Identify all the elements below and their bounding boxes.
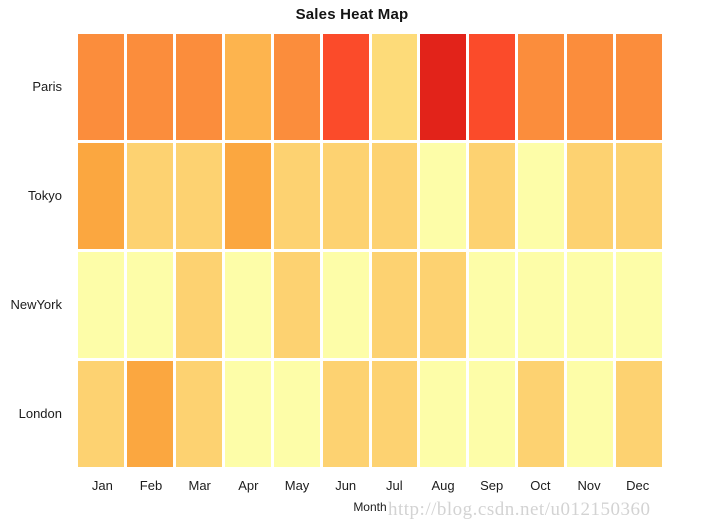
plot-area (78, 34, 663, 470)
heatmap-cell[interactable] (371, 361, 418, 467)
heatmap-cell[interactable] (322, 34, 369, 140)
heatmap-row (78, 252, 663, 358)
heatmap-cell[interactable] (78, 143, 124, 249)
heatmap-cell[interactable] (420, 34, 467, 140)
x-tick-label: Aug (431, 478, 455, 493)
heatmap-cell[interactable] (175, 143, 222, 249)
heatmap-cell[interactable] (224, 361, 271, 467)
heatmap-cell[interactable] (126, 361, 173, 467)
heatmap-cell[interactable] (371, 143, 418, 249)
heatmap-cell[interactable] (175, 252, 222, 358)
heatmap-cell[interactable] (322, 143, 369, 249)
watermark-text: http://blog.csdn.net/u012150360 (388, 499, 651, 520)
heatmap-cell[interactable] (469, 34, 516, 140)
x-tick-label: Nov (577, 478, 601, 493)
heatmap-cell[interactable] (518, 252, 565, 358)
y-axis: Paris Tokyo NewYork London (0, 34, 70, 470)
heatmap-cell[interactable] (175, 361, 222, 467)
heatmap-cell[interactable] (175, 34, 222, 140)
y-tick-label: NewYork (10, 297, 62, 312)
heatmap-cell[interactable] (224, 34, 271, 140)
heatmap-cell[interactable] (78, 252, 124, 358)
heatmap-cell[interactable] (616, 34, 663, 140)
x-tick-label: Apr (238, 478, 259, 493)
heatmap-cell[interactable] (518, 143, 565, 249)
heatmap-cell[interactable] (273, 34, 320, 140)
heatmap-row (78, 361, 663, 467)
heatmap-cell[interactable] (78, 361, 124, 467)
heatmap-cell[interactable] (420, 252, 467, 358)
heatmap-cell[interactable] (78, 34, 124, 140)
heatmap-cell[interactable] (518, 361, 565, 467)
heatmap-cell[interactable] (616, 361, 663, 467)
chart-title: Sales Heat Map (295, 6, 409, 23)
x-tick-label: Mar (188, 478, 211, 493)
y-tick-label: Tokyo (28, 188, 62, 203)
heatmap-cell[interactable] (469, 361, 516, 467)
heatmap-cell[interactable] (224, 252, 271, 358)
heatmap-cell[interactable] (469, 252, 516, 358)
heatmap-row (78, 143, 663, 249)
heatmap-cell[interactable] (126, 143, 173, 249)
heatmap-cell[interactable] (420, 361, 467, 467)
heatmap-cell[interactable] (224, 143, 271, 249)
heatmap-cell[interactable] (420, 143, 467, 249)
x-tick-label: Jun (335, 478, 357, 493)
heatmap-chart: Sales Heat Map Paris Tokyo NewYork London J… (0, 0, 704, 526)
heatmap-cell[interactable] (322, 361, 369, 467)
x-tick-label: Jan (91, 478, 113, 493)
x-tick-label: Feb (139, 478, 163, 493)
heatmap-cell[interactable] (567, 361, 614, 467)
x-tick-label: May (284, 478, 310, 493)
heatmap-cell[interactable] (469, 143, 516, 249)
heatmap-cell[interactable] (126, 34, 173, 140)
x-tick-label: Dec (626, 478, 650, 493)
heatmap-cell[interactable] (567, 252, 614, 358)
heatmap-cell[interactable] (273, 252, 320, 358)
heatmap-row (78, 34, 663, 140)
x-tick-label: Sep (480, 478, 504, 493)
heatmap-cell[interactable] (273, 361, 320, 467)
heatmap-cell[interactable] (371, 34, 418, 140)
y-tick-label: Paris (32, 79, 62, 94)
heatmap-cell[interactable] (616, 252, 663, 358)
heatmap-cell[interactable] (567, 143, 614, 249)
heatmap-cell[interactable] (126, 252, 173, 358)
x-axis: Jan Feb Mar Apr May Jun Jul Aug Sep Oct Nov Dec (78, 478, 662, 498)
heatmap-cell[interactable] (371, 252, 418, 358)
y-tick-label: London (18, 406, 62, 421)
heatmap-cell[interactable] (567, 34, 614, 140)
x-tick-label: Jul (386, 478, 403, 493)
heatmap-cell[interactable] (616, 143, 663, 249)
heatmap-cell[interactable] (273, 143, 320, 249)
heatmap-cell[interactable] (322, 252, 369, 358)
heatmap-cell[interactable] (518, 34, 565, 140)
x-tick-label: Oct (530, 478, 551, 493)
